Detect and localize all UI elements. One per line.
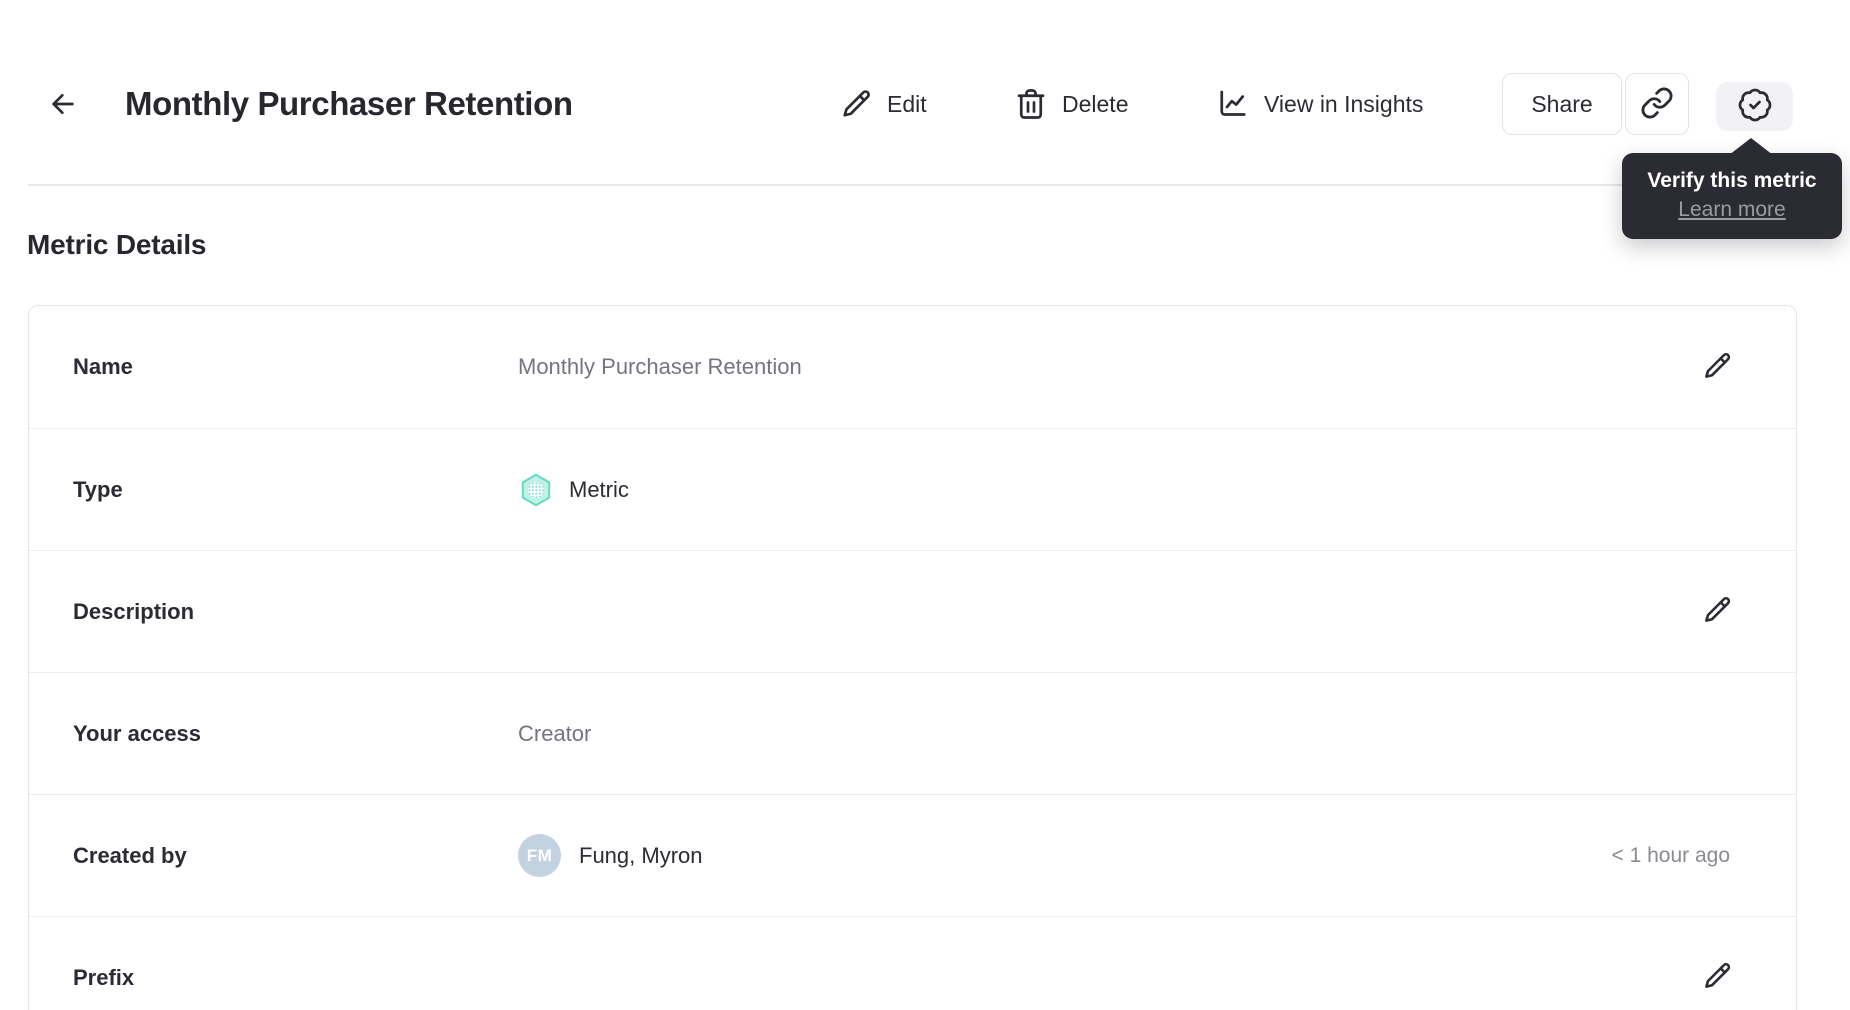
row-label: Created by [73,842,187,868]
verified-badge-icon [1737,87,1773,126]
metric-details-card: Name Monthly Purchaser Retention Type Me… [28,305,1797,1010]
page-title: Monthly Purchaser Retention [125,85,573,122]
section-title: Metric Details [27,229,207,260]
detail-row-your-access: Your access Creator [29,672,1796,794]
share-button[interactable]: Share [1502,73,1622,135]
tooltip-arrow [1729,138,1773,155]
back-button[interactable] [44,86,82,124]
tooltip-title: Verify this metric [1647,169,1817,192]
trash-icon [1013,86,1049,122]
detail-row-prefix: Prefix [29,916,1796,1010]
edit-label: Edit [887,90,927,117]
edit-prefix-button[interactable] [1700,959,1734,996]
header: Monthly Purchaser Retention Edit Delete [0,73,1850,135]
view-in-insights-label: View in Insights [1264,90,1424,117]
row-value: Monthly Purchaser Retention [518,354,802,379]
delete-button[interactable]: Delete [1013,73,1128,135]
arrow-left-icon [47,88,79,123]
type-value: Metric [569,476,629,502]
created-by-value: Fung, Myron [579,842,703,868]
line-chart-icon [1215,86,1251,122]
row-label: Your access [73,720,202,746]
pencil-icon [838,86,874,122]
metric-hexagon-icon [518,472,554,508]
chain-link-icon [1640,86,1674,123]
learn-more-link[interactable]: Learn more [1678,198,1785,221]
verify-metric-button[interactable] [1716,82,1793,131]
copy-link-button[interactable] [1625,73,1689,135]
detail-row-created-by: Created by FM Fung, Myron < 1 hour ago [29,794,1796,916]
detail-row-name: Name Monthly Purchaser Retention [29,306,1796,428]
view-in-insights-button[interactable]: View in Insights [1215,73,1423,135]
header-divider [28,184,1822,186]
row-label: Prefix [73,964,135,990]
row-label: Name [73,354,133,379]
pencil-icon [1700,593,1734,630]
pencil-icon [1700,349,1734,386]
avatar: FM [518,834,561,877]
row-label: Description [73,598,195,624]
edit-button[interactable]: Edit [838,73,927,135]
detail-row-type: Type Metric [29,428,1796,550]
edit-name-button[interactable] [1700,349,1734,386]
verify-tooltip: Verify this metric Learn more [1622,138,1842,239]
row-label: Type [73,476,123,502]
delete-label: Delete [1062,90,1129,117]
pencil-icon [1700,959,1734,996]
row-value: Creator [518,720,592,746]
detail-row-description: Description [29,550,1796,672]
edit-description-button[interactable] [1700,593,1734,630]
metric-details-page: Monthly Purchaser Retention Edit Delete [0,0,1850,1010]
created-timestamp: < 1 hour ago [1611,843,1730,867]
